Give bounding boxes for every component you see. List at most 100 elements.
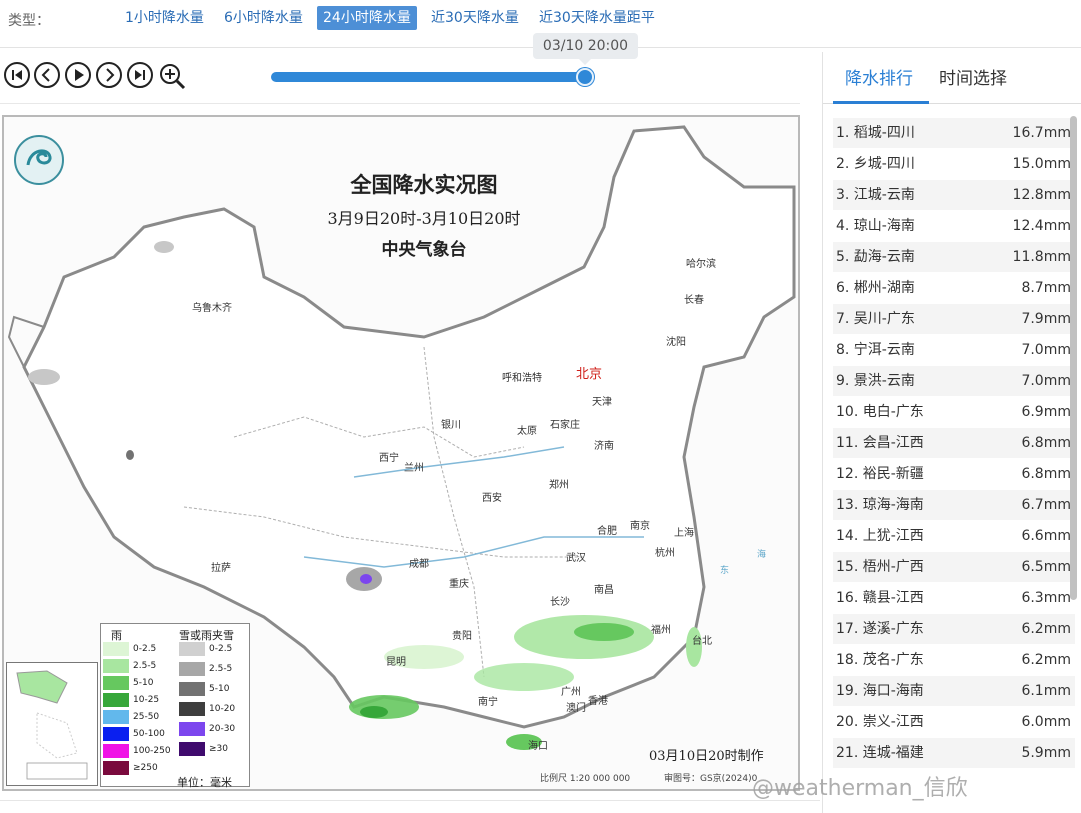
ranking-row[interactable]: 9. 景洪-云南 7.0mm (833, 366, 1075, 397)
type-label: 类型： (8, 13, 50, 29)
city-label: 西安 (482, 493, 502, 504)
ranking-row[interactable]: 19. 海口-海南 6.1mm (833, 676, 1075, 707)
ranking-row[interactable]: 16. 赣县-江西 6.3mm (833, 583, 1075, 614)
skip-first-icon[interactable] (4, 62, 30, 88)
tab-1h-precip[interactable]: 1小时降水量 (119, 6, 210, 30)
city-label: 郑州 (549, 480, 569, 491)
skip-last-icon[interactable] (127, 62, 153, 88)
legend-rain-header: 雨 (111, 629, 122, 642)
city-label: 贵阳 (452, 631, 472, 642)
city-label: 乌鲁木齐 (192, 303, 232, 314)
map-legend: 雨 雪或雨夹雪 0-2.5 2.5-5 5-10 10-25 25-50 50-… (100, 623, 250, 789)
ranking-list: 1. 稻城-四川 16.7mm 2. 乡城-四川 15.0mm 3. 江城-云南 12… (833, 118, 1075, 769)
ranking-row[interactable]: 7. 吴川-广东 7.9mm (833, 304, 1075, 335)
city-label: 福州 (651, 625, 671, 636)
legend-swatch (103, 676, 129, 690)
tab-30d-anomaly[interactable]: 近30天降水量距平 (533, 6, 661, 30)
legend-unit: 单位：毫米 (177, 776, 232, 789)
ranking-row[interactable]: 1. 稻城-四川 16.7mm (833, 118, 1075, 149)
ranking-row[interactable]: 10. 电白-广东 6.9mm (833, 397, 1075, 428)
sea-label: 海 (757, 550, 767, 560)
map-title: 全国降水实况图 (350, 172, 498, 197)
ranking-row[interactable]: 17. 遂溪-广东 6.2mm (833, 614, 1075, 645)
city-label: 香港 (588, 696, 608, 707)
city-label: 沈阳 (666, 337, 686, 348)
divider (0, 800, 820, 801)
city-label: 成都 (409, 559, 429, 570)
city-label: 石家庄 (550, 420, 580, 431)
city-label: 哈尔滨 (686, 259, 716, 270)
city-label: 南京 (630, 521, 650, 532)
ranking-row[interactable]: 14. 上犹-江西 6.6mm (833, 521, 1075, 552)
watermark: @weatherman_信欣 (752, 776, 968, 801)
tab-precip-ranking[interactable]: 降水排行 (845, 64, 913, 89)
legend-swatch (179, 682, 205, 696)
divider (0, 103, 800, 104)
ranking-row[interactable]: 3. 江城-云南 12.8mm (833, 180, 1075, 211)
ranking-row[interactable]: 21. 连城-福建 5.9mm (833, 738, 1075, 769)
play-icon[interactable] (65, 62, 91, 88)
south-china-sea-inset (6, 662, 98, 786)
legend-swatch (103, 744, 129, 758)
legend-swatch (103, 693, 129, 707)
time-slider-track[interactable] (271, 72, 589, 82)
ranking-row[interactable]: 2. 乡城-四川 15.0mm (833, 149, 1075, 180)
tab-time-select[interactable]: 时间选择 (939, 64, 1007, 89)
city-label: 澳门 (566, 703, 586, 714)
ranking-row[interactable]: 5. 勐海-云南 11.8mm (833, 242, 1075, 273)
sea-label: 东 (720, 566, 730, 576)
ranking-row[interactable]: 18. 茂名-广东 6.2mm (833, 645, 1075, 676)
city-label: 兰州 (404, 463, 424, 474)
city-label: 长春 (684, 295, 704, 306)
city-label: 重庆 (449, 579, 469, 590)
legend-swatch (179, 702, 205, 716)
city-label: 昆明 (386, 657, 406, 668)
legend-swatch (179, 662, 205, 676)
city-label: 济南 (594, 441, 614, 452)
legend-swatch (103, 761, 129, 775)
cma-logo (14, 135, 64, 185)
panel-tabs: 降水排行 时间选择 (823, 52, 1081, 104)
city-label: 西宁 (379, 453, 399, 464)
city-label: 台北 (692, 636, 712, 647)
map-scale: 比例尺 1:20 000 000 (540, 774, 631, 784)
city-label: 拉萨 (211, 563, 231, 574)
legend-swatch (103, 642, 129, 656)
city-label: 长沙 (550, 597, 570, 608)
city-label: 呼和浩特 (502, 373, 542, 384)
ranking-row[interactable]: 6. 郴州-湖南 8.7mm (833, 273, 1075, 304)
legend-swatch (179, 642, 205, 656)
city-label: 上海 (674, 528, 694, 539)
legend-swatch (103, 659, 129, 673)
city-label: 武汉 (566, 553, 586, 564)
tab-24h-precip[interactable]: 24小时降水量 (317, 6, 417, 30)
city-label: 海口 (528, 741, 548, 752)
precipitation-map[interactable]: 全国降水实况图 3月9日20时-3月10日20时 中央气象台 乌鲁木齐 哈尔滨 … (2, 115, 800, 791)
city-label: 太原 (517, 426, 537, 437)
city-label: 广州 (561, 687, 581, 698)
time-tooltip: 03/10 20:00 (533, 33, 638, 65)
city-label: 南宁 (478, 697, 498, 708)
ranking-row[interactable]: 8. 宁洱-云南 7.0mm (833, 335, 1075, 366)
legend-swatch (103, 727, 129, 741)
ranking-scrollbar[interactable] (1070, 116, 1077, 600)
city-label: 天津 (592, 397, 612, 408)
legend-snow-header: 雪或雨夹雪 (179, 629, 234, 642)
legend-swatch (179, 722, 205, 736)
tab-30d-precip[interactable]: 近30天降水量 (425, 6, 525, 30)
ranking-row[interactable]: 4. 琼山-海南 12.4mm (833, 211, 1075, 242)
prev-icon[interactable] (34, 62, 60, 88)
city-label: 合肥 (597, 526, 617, 537)
legend-swatch (103, 710, 129, 724)
tab-6h-precip[interactable]: 6小时降水量 (218, 6, 309, 30)
map-subtitle: 3月9日20时-3月10日20时 (327, 209, 521, 228)
ranking-row[interactable]: 12. 裕民-新疆 6.8mm (833, 459, 1075, 490)
ranking-row[interactable]: 11. 会昌-江西 6.8mm (833, 428, 1075, 459)
active-tab-indicator (833, 101, 929, 104)
next-icon[interactable] (96, 62, 122, 88)
ranking-row[interactable]: 20. 崇义-江西 6.0mm (833, 707, 1075, 738)
ranking-row[interactable]: 13. 琼海-海南 6.7mm (833, 490, 1075, 521)
city-label: 杭州 (655, 548, 675, 559)
zoom-in-icon[interactable] (158, 62, 186, 90)
ranking-row[interactable]: 15. 梧州-广西 6.5mm (833, 552, 1075, 583)
